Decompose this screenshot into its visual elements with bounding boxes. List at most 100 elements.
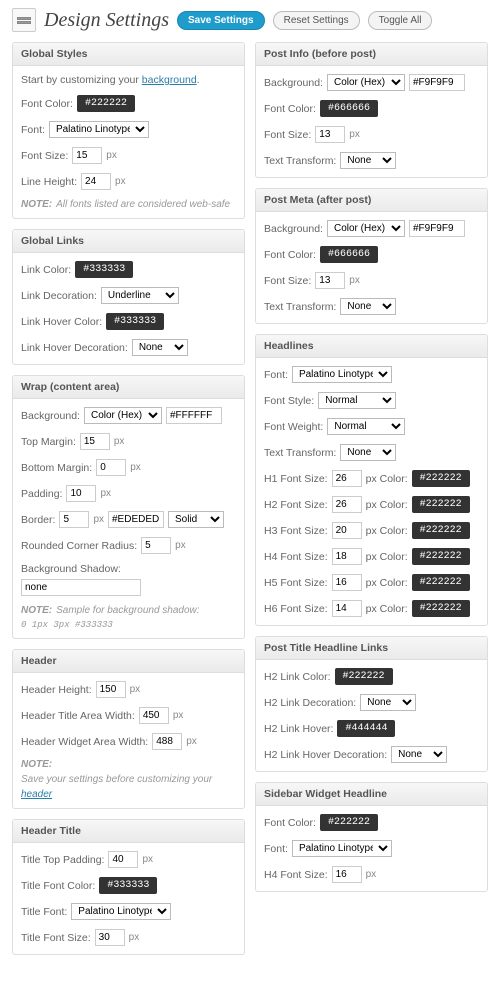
h6-size-input[interactable] bbox=[332, 600, 362, 617]
h2-color-value[interactable]: #222222 bbox=[412, 496, 470, 513]
h2-link-hover-dec-label: H2 Link Hover Decoration: bbox=[264, 749, 387, 761]
font-label: Font: bbox=[264, 369, 288, 381]
headlines-panel: Headlines Font: Palatino Linotype Font S… bbox=[255, 334, 488, 626]
h3-size-input[interactable] bbox=[332, 522, 362, 539]
toggle-all-button[interactable]: Toggle All bbox=[368, 11, 433, 30]
font-size-input[interactable] bbox=[315, 272, 345, 289]
font-select[interactable]: Palatino Linotype bbox=[49, 121, 149, 138]
h4-color-value[interactable]: #222222 bbox=[412, 548, 470, 565]
h2-link-hover-label: H2 Link Hover: bbox=[264, 723, 333, 735]
h4-size-input[interactable] bbox=[332, 548, 362, 565]
h6-color-value[interactable]: #222222 bbox=[412, 600, 470, 617]
title-color-value[interactable]: #333333 bbox=[99, 877, 157, 894]
title-width-input[interactable] bbox=[139, 707, 169, 724]
panel-heading[interactable]: Header Title bbox=[13, 820, 244, 843]
note-text: NOTE: Save your settings before customiz… bbox=[21, 759, 236, 800]
font-color-label: Font Color: bbox=[21, 98, 73, 110]
h2-link-dec-select[interactable]: None bbox=[360, 694, 416, 711]
bg-label: Background: bbox=[21, 410, 80, 422]
radius-label: Rounded Corner Radius: bbox=[21, 540, 137, 552]
title-color-label: Title Font Color: bbox=[21, 880, 95, 892]
style-label: Font Style: bbox=[264, 395, 314, 407]
h1-color-value[interactable]: #222222 bbox=[412, 470, 470, 487]
panel-heading[interactable]: Header bbox=[13, 650, 244, 673]
tt-select[interactable]: None bbox=[340, 152, 396, 169]
h5-size-input[interactable] bbox=[332, 574, 362, 591]
title-width-label: Header Title Area Width: bbox=[21, 710, 135, 722]
panel-heading[interactable]: Post Meta (after post) bbox=[256, 189, 487, 212]
title-pad-input[interactable] bbox=[108, 851, 138, 868]
font-select[interactable]: Palatino Linotype bbox=[292, 840, 392, 857]
panel-heading[interactable]: Global Links bbox=[13, 230, 244, 253]
panel-heading[interactable]: Sidebar Widget Headline bbox=[256, 783, 487, 806]
h2-link-color-value[interactable]: #222222 bbox=[335, 668, 393, 685]
bg-input[interactable] bbox=[409, 220, 465, 237]
h2-link-hover-dec-select[interactable]: None bbox=[391, 746, 447, 763]
h3-color-value[interactable]: #222222 bbox=[412, 522, 470, 539]
link-hover-dec-select[interactable]: None bbox=[132, 339, 188, 356]
tt-select[interactable]: None bbox=[340, 444, 396, 461]
font-color-value[interactable]: #222222 bbox=[320, 814, 378, 831]
radius-input[interactable] bbox=[141, 537, 171, 554]
tt-select[interactable]: None bbox=[340, 298, 396, 315]
padding-input[interactable] bbox=[66, 485, 96, 502]
font-color-label: Font Color: bbox=[264, 817, 316, 829]
global-links-panel: Global Links Link Color: #333333 Link De… bbox=[12, 229, 245, 365]
h1-size-input[interactable] bbox=[332, 470, 362, 487]
font-select[interactable]: Palatino Linotype bbox=[292, 366, 392, 383]
font-color-value[interactable]: #666666 bbox=[320, 100, 378, 117]
h4-size-label: H4 Font Size: bbox=[264, 869, 328, 881]
style-select[interactable]: Normal bbox=[318, 392, 396, 409]
page-title: Design Settings bbox=[44, 9, 169, 32]
panel-heading[interactable]: Global Styles bbox=[13, 43, 244, 66]
link-dec-select[interactable]: Underline bbox=[101, 287, 179, 304]
link-color-label: Link Color: bbox=[21, 264, 71, 276]
note-text: NOTE: Sample for background shadow: 0 1p… bbox=[21, 605, 236, 630]
font-size-label: Font Size: bbox=[21, 150, 68, 162]
save-settings-button[interactable]: Save Settings bbox=[177, 11, 265, 30]
panel-heading[interactable]: Wrap (content area) bbox=[13, 376, 244, 399]
font-size-input[interactable] bbox=[315, 126, 345, 143]
weight-select[interactable]: Normal bbox=[327, 418, 405, 435]
border-size-input[interactable] bbox=[59, 511, 89, 528]
link-color-value[interactable]: #333333 bbox=[75, 261, 133, 278]
header-height-input[interactable] bbox=[96, 681, 126, 698]
settings-icon bbox=[12, 8, 36, 32]
h2-link-color-label: H2 Link Color: bbox=[264, 671, 331, 683]
title-font-select[interactable]: Palatino Linotype bbox=[71, 903, 171, 920]
font-size-input[interactable] bbox=[72, 147, 102, 164]
header-link[interactable]: header bbox=[21, 789, 52, 800]
bg-type-select[interactable]: Color (Hex) bbox=[327, 74, 405, 91]
link-hover-value[interactable]: #333333 bbox=[106, 313, 164, 330]
line-height-input[interactable] bbox=[81, 173, 111, 190]
top-margin-input[interactable] bbox=[80, 433, 110, 450]
reset-settings-button[interactable]: Reset Settings bbox=[273, 11, 360, 30]
line-height-label: Line Height: bbox=[21, 176, 77, 188]
title-size-input[interactable] bbox=[95, 929, 125, 946]
bg-type-select[interactable]: Color (Hex) bbox=[327, 220, 405, 237]
bg-input[interactable] bbox=[409, 74, 465, 91]
border-color-input[interactable] bbox=[108, 511, 164, 528]
shadow-input[interactable] bbox=[21, 579, 141, 596]
h5-color-value[interactable]: #222222 bbox=[412, 574, 470, 591]
background-link[interactable]: background bbox=[142, 74, 197, 86]
font-color-value[interactable]: #666666 bbox=[320, 246, 378, 263]
shadow-label: Background Shadow: bbox=[21, 563, 121, 575]
unit-px: px bbox=[115, 176, 126, 187]
h2-size-input[interactable] bbox=[332, 496, 362, 513]
widget-width-input[interactable] bbox=[152, 733, 182, 750]
panel-heading[interactable]: Headlines bbox=[256, 335, 487, 358]
bg-type-select[interactable]: Color (Hex) bbox=[84, 407, 162, 424]
panel-heading[interactable]: Post Title Headline Links bbox=[256, 637, 487, 660]
panel-heading[interactable]: Post Info (before post) bbox=[256, 43, 487, 66]
bottom-margin-input[interactable] bbox=[96, 459, 126, 476]
border-style-select[interactable]: Solid bbox=[168, 511, 224, 528]
font-color-value[interactable]: #222222 bbox=[77, 95, 135, 112]
link-dec-label: Link Decoration: bbox=[21, 290, 97, 302]
border-label: Border: bbox=[21, 514, 55, 526]
bg-color-input[interactable] bbox=[166, 407, 222, 424]
h4-size-input[interactable] bbox=[332, 866, 362, 883]
h2-link-hover-value[interactable]: #444444 bbox=[337, 720, 395, 737]
widget-width-label: Header Widget Area Width: bbox=[21, 736, 148, 748]
intro-text: Start by customizing your background. bbox=[21, 74, 200, 86]
